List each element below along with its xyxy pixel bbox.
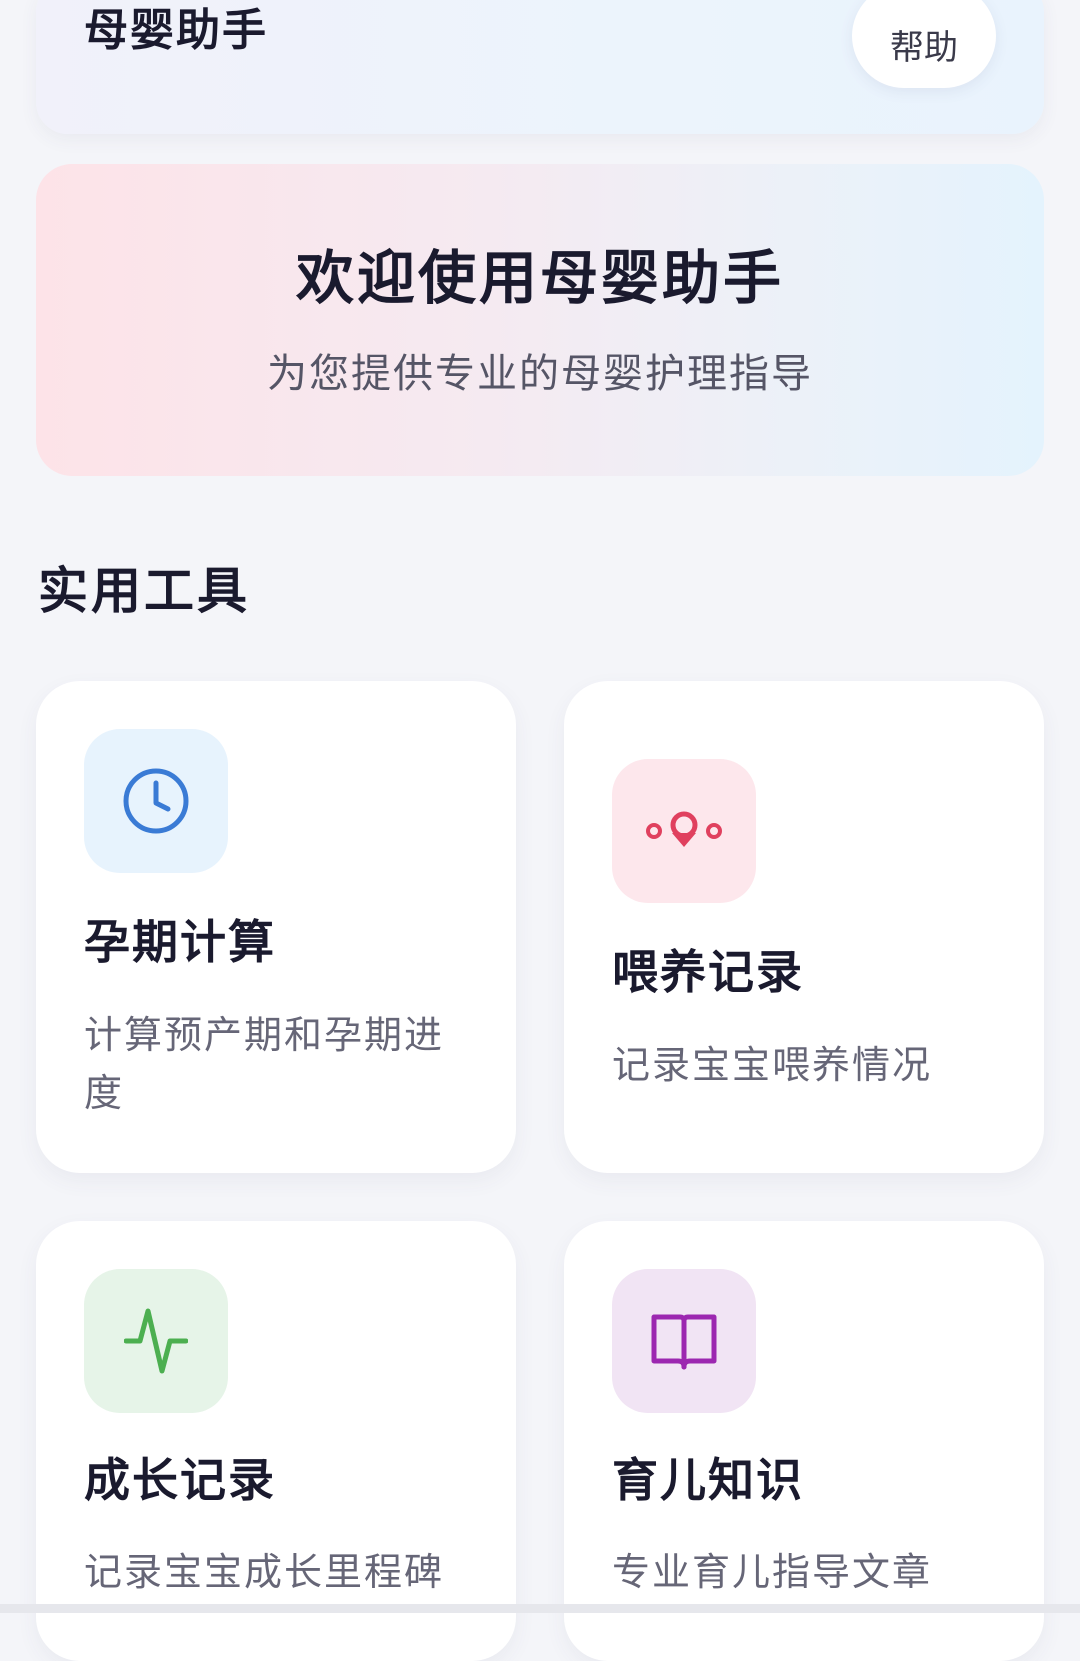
app-title: 母婴助手 [84,5,268,56]
clock-icon [123,768,189,834]
tool-card-pregnancy-calc[interactable]: 孕期计算 计算预产期和孕期进度 [36,681,516,1173]
help-button[interactable]: 帮助 [852,0,996,88]
tool-icon-box [84,1269,228,1413]
tool-name: 孕期计算 [84,915,276,969]
bottom-divider [0,1604,1080,1613]
tool-description: 记录宝宝喂养情况 [612,1043,933,1087]
welcome-banner [36,164,1044,476]
tool-icon-box [84,729,228,873]
tool-card-parenting-knowledge[interactable]: 育儿知识 专业育儿指导文章 [564,1221,1044,1661]
tool-description: 记录宝宝成长里程碑 [84,1550,445,1594]
welcome-title: 欢迎使用母婴助手 [295,244,784,312]
tool-name: 育儿知识 [612,1453,804,1507]
welcome-subtitle: 为您提供专业的母婴护理指导 [267,351,813,397]
tool-name: 成长记录 [84,1453,276,1507]
feeding-icon [646,811,722,847]
activity-icon [124,1308,188,1374]
tool-name: 喂养记录 [612,945,804,999]
tool-icon-box [612,1269,756,1413]
tool-card-feeding-record[interactable]: 喂养记录 记录宝宝喂养情况 [564,681,1044,1173]
tool-description: 专业育儿指导文章 [612,1550,933,1594]
section-title-tools: 实用工具 [38,562,250,620]
tool-description: 计算预产期和孕期进度 [84,1013,445,1115]
tool-card-growth-record[interactable]: 成长记录 记录宝宝成长里程碑 [36,1221,516,1661]
book-icon [651,1314,717,1370]
tool-icon-box [612,759,756,903]
